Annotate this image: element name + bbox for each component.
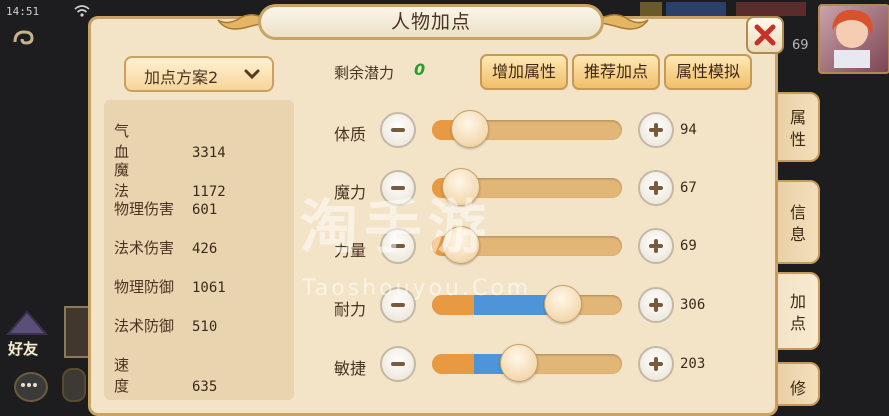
- minus-icon: [391, 362, 405, 366]
- chevron-down-icon: [244, 69, 260, 80]
- stat-name: 气血: [114, 122, 160, 161]
- side-tab[interactable]: 信息: [776, 180, 820, 264]
- stat-name: 法术伤害: [114, 239, 175, 257]
- stat-row: 法术防御 510: [114, 315, 217, 337]
- wifi-icon: [74, 5, 90, 17]
- attribute-row: 体质 94: [334, 110, 714, 152]
- attribute-value: 306: [680, 297, 706, 313]
- player-level: 69: [792, 38, 809, 53]
- attribute-value: 69: [680, 238, 697, 254]
- decrease-button[interactable]: [380, 112, 416, 148]
- plus-icon: [649, 298, 663, 312]
- stat-value: 426: [192, 241, 218, 257]
- microphone-icon[interactable]: [62, 368, 86, 402]
- plus-icon: [649, 123, 663, 137]
- attribute-row: 魔力 67: [334, 168, 714, 210]
- side-tab[interactable]: 加点: [776, 272, 820, 350]
- increase-button[interactable]: [638, 112, 674, 148]
- plus-icon: [649, 181, 663, 195]
- plan-dropdown-label: 加点方案2: [144, 68, 219, 87]
- attribute-value: 94: [680, 122, 697, 138]
- stat-value: 1061: [192, 280, 226, 296]
- close-button[interactable]: [746, 16, 784, 54]
- decrease-button[interactable]: [380, 170, 416, 206]
- attribute-label: 体质: [334, 125, 367, 144]
- side-tab[interactable]: 修: [776, 362, 820, 406]
- stat-value: 601: [192, 202, 218, 218]
- stat-name: 法术防御: [114, 317, 175, 335]
- potential-label: 剩余潜力: [334, 64, 395, 82]
- increase-button[interactable]: [638, 228, 674, 264]
- add-attribute-button[interactable]: 增加属性: [480, 54, 568, 90]
- base-fill: [432, 354, 474, 374]
- minus-icon: [391, 186, 405, 190]
- plus-icon: [649, 239, 663, 253]
- side-tab-label: 信息: [789, 203, 806, 244]
- attribute-label: 敏捷: [334, 359, 367, 378]
- friends-label: 好友: [8, 340, 39, 358]
- minus-icon: [391, 244, 405, 248]
- stat-row: 法术伤害 426: [114, 237, 217, 259]
- attribute-value: 67: [680, 180, 697, 196]
- attribute-label: 魔力: [334, 183, 367, 202]
- stat-name: 速度: [114, 356, 160, 395]
- banner-ornament-right-icon: [596, 14, 649, 30]
- side-tab-label: 加点: [789, 292, 806, 333]
- chat-icon[interactable]: [14, 372, 48, 402]
- simulate-attributes-button[interactable]: 属性模拟: [664, 54, 752, 90]
- stat-name: 魔法: [114, 161, 160, 200]
- recommend-points-button[interactable]: 推荐加点: [572, 54, 660, 90]
- base-fill: [432, 295, 474, 315]
- attribute-label: 力量: [334, 241, 367, 260]
- stat-row: 魔法 1172: [114, 159, 226, 200]
- slider-knob[interactable]: [544, 285, 583, 323]
- attribute-row: 力量 69: [334, 226, 714, 268]
- stat-name: 物理伤害: [114, 200, 175, 218]
- stats-list: 气血 3314 魔法 1172 物理伤害 601 法术伤害 426 物理防御 1061 法术防御 51…: [104, 100, 294, 400]
- attribute-value: 203: [680, 356, 706, 372]
- stat-row: 物理伤害 601: [114, 198, 217, 220]
- attribute-row: 敏捷 203: [334, 344, 714, 386]
- decrease-button[interactable]: [380, 228, 416, 264]
- increase-button[interactable]: [638, 287, 674, 323]
- decrease-button[interactable]: [380, 287, 416, 323]
- back-swirl-icon[interactable]: [12, 28, 38, 48]
- attribute-row: 耐力 306: [334, 285, 714, 327]
- stat-row: 气血 3314: [114, 120, 226, 161]
- side-tab-label: 属性: [789, 108, 806, 149]
- increase-button[interactable]: [638, 170, 674, 206]
- plan-dropdown[interactable]: 加点方案2: [124, 56, 274, 92]
- attribute-label: 耐力: [334, 300, 367, 319]
- decrease-button[interactable]: [380, 346, 416, 382]
- slider-knob[interactable]: [451, 110, 489, 148]
- stat-value: 510: [192, 319, 218, 335]
- attribute-slider-track[interactable]: [432, 295, 622, 315]
- minus-icon: [391, 303, 405, 307]
- stat-value: 635: [192, 379, 218, 395]
- stat-row: 速度 635: [114, 354, 217, 395]
- minus-icon: [391, 128, 405, 132]
- player-avatar[interactable]: [818, 4, 889, 74]
- slider-knob[interactable]: [441, 226, 480, 264]
- stat-name: 物理防御: [114, 278, 175, 296]
- plus-icon: [649, 357, 663, 371]
- increase-button[interactable]: [638, 346, 674, 382]
- slider-knob[interactable]: [500, 344, 539, 382]
- stat-row: 物理防御 1061: [114, 276, 226, 298]
- status-time: 14:51: [6, 5, 40, 18]
- dialog-title: 人物加点: [390, 11, 471, 33]
- close-icon: [754, 24, 776, 46]
- side-tab[interactable]: 属性: [776, 92, 820, 162]
- potential-value: 0: [414, 60, 426, 79]
- side-tab-label: 修: [789, 379, 806, 398]
- slider-knob[interactable]: [441, 168, 480, 206]
- dialog-title-banner: 人物加点: [258, 4, 604, 40]
